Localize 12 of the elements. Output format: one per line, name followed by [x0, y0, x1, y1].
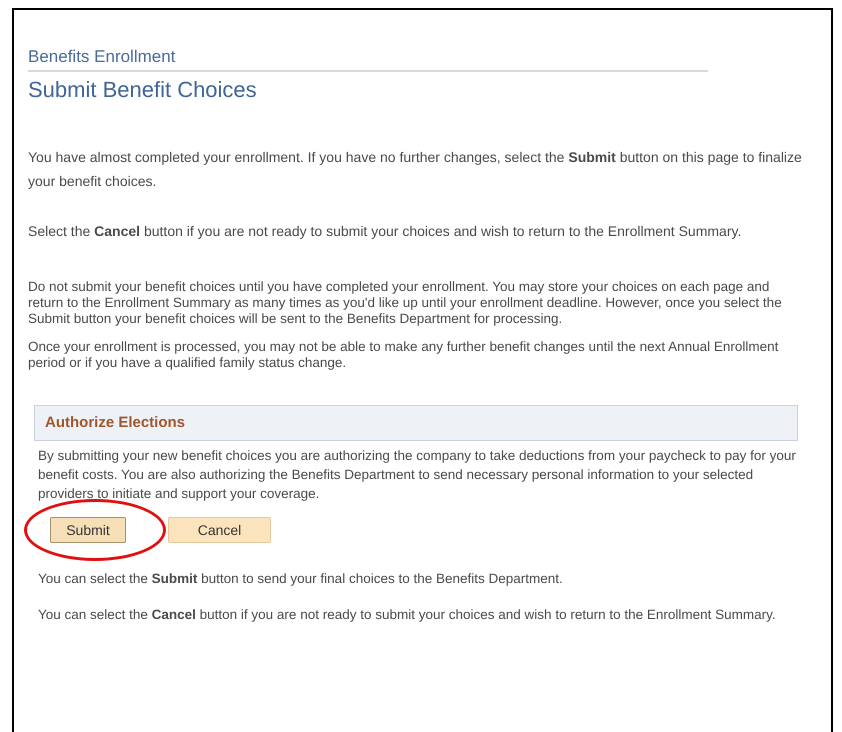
instruction-text: Once your enrollment is processed, you may not be able to make any further benefit changes until the next Annual Enrollment period or if you have a qualified family status change. — [28, 339, 780, 371]
authorization-text: By submitting your new benefit choices you are authorizing the company to take deductions from your paycheck to pay for your benefit costs. You are also authorizing the Benefits Department to send necessary personal information to your selected providers to initiate and support your coverage. — [38, 447, 797, 503]
breadcrumb: Benefits Enrollment — [28, 46, 708, 72]
instruction-text: Select the Cancel button if you are not ready to submit your choices and wish to return to the Enrollment Summary. — [28, 222, 742, 241]
submit-button[interactable]: Submit — [50, 517, 126, 543]
cancel-button[interactable]: Cancel — [168, 517, 271, 543]
section-title: Authorize Elections — [45, 412, 186, 433]
instruction-text: You can select the Cancel button if you are not ready to submit your choices and wish to return to the Enrollment Summary. — [38, 606, 777, 624]
instruction-text: You can select the Submit button to send your final choices to the Benefits Department. — [38, 570, 564, 588]
instruction-text: You have almost completed your enrollment. If you have no further changes, select the Submit button on this page to finalize your benefit choices. — [28, 148, 803, 191]
instruction-text: Do not submit your benefit choices until you have completed your enrollment. You may store your choices on each page and return to the Enrollment Summary as many times as you'd like up until your enrollment deadline. However, once you select the Submit button your benefit choices will be sent to the Benefits Department for processing. — [28, 279, 783, 327]
page-title: Submit Benefit Choices — [28, 76, 258, 104]
